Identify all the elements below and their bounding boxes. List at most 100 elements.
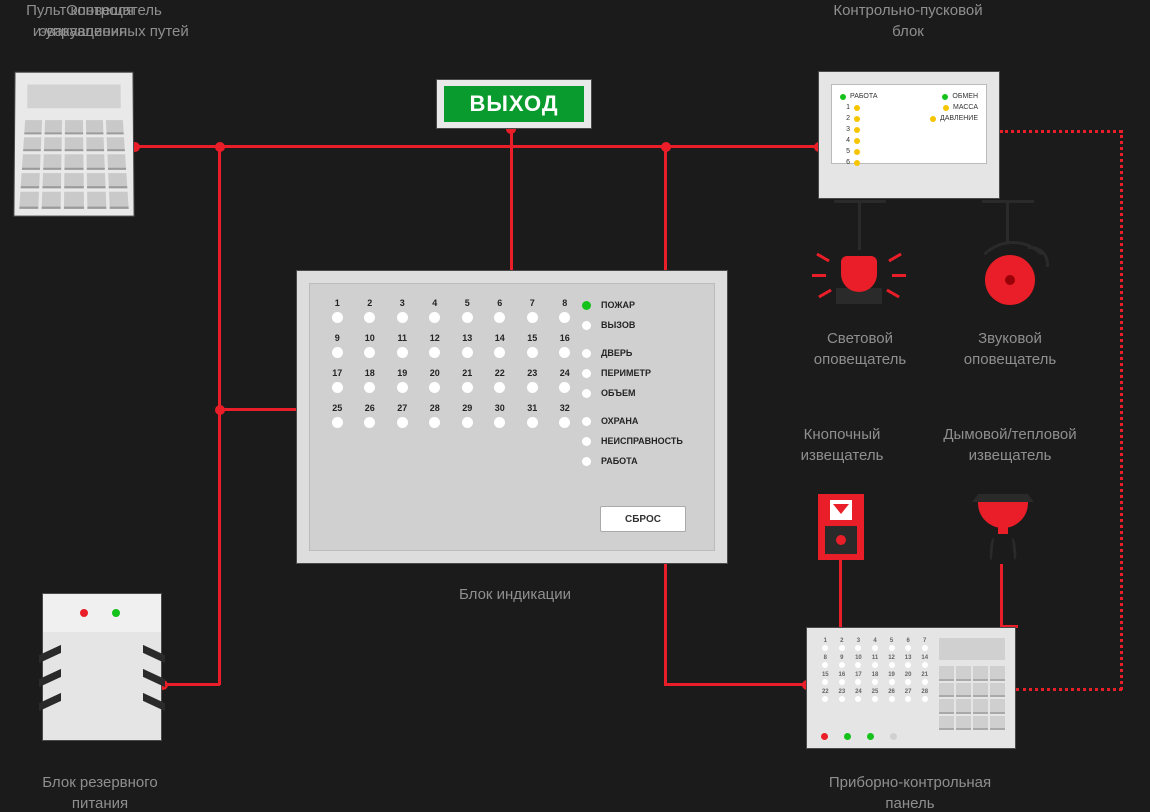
ctrl-row-2: 2	[840, 115, 850, 122]
indicator-cell: 24	[552, 368, 579, 393]
panel-cell: 8	[817, 655, 834, 668]
panel-cell: 3	[850, 638, 867, 651]
indicator-cell: 10	[357, 333, 384, 358]
node-left	[215, 142, 225, 152]
panel-cell: 17	[850, 672, 867, 685]
legend-led	[582, 457, 591, 466]
wire-bus-top	[134, 145, 818, 148]
stem-light	[858, 200, 861, 250]
wire-exit-down	[510, 129, 513, 270]
label-light: Световой оповещатель	[800, 328, 920, 370]
node-indicator-left	[215, 405, 225, 415]
panel-cell: 13	[900, 655, 917, 668]
label-callpoint: Кнопочный извещатель	[782, 424, 902, 466]
panel-cell: 21	[916, 672, 933, 685]
diagram-canvas: Пульт контроля и управления Оповещатель …	[0, 0, 1150, 812]
indicator-cell: 1	[324, 298, 351, 323]
panel-bottom-leds	[821, 733, 901, 740]
indicator-legend-row: ВЫЗОВ	[582, 320, 700, 330]
panel-cell: 6	[900, 638, 917, 651]
panel-cell: 19	[883, 672, 900, 685]
indicator-cell: 21	[454, 368, 481, 393]
panel-cell: 22	[817, 689, 834, 702]
indicator-cell: 23	[519, 368, 546, 393]
label-exit: Оповещатель эвакуационных путей	[0, 0, 228, 42]
indicator-cell: 5	[454, 298, 481, 323]
indicator-cell: 19	[389, 368, 416, 393]
indicator-cell: 22	[487, 368, 514, 393]
legend-led	[582, 389, 591, 398]
panel-grid: 1234567891011121314151617181920212223242…	[817, 638, 933, 702]
label-panel: Приборно-контрольная панель	[810, 772, 1010, 812]
indicator-legend: ПОЖАРВЫЗОВДВЕРЬПЕРИМЕТРОБЪЕМОХРАНАНЕИСПР…	[582, 300, 700, 476]
ctrl-exchange-label: ОБМЕН	[952, 93, 978, 100]
label-backup: Блок резервного питания	[0, 772, 200, 812]
panel-cell: 12	[883, 655, 900, 668]
ctrl-block-panel: РАБОТА ОБМЕН 1 МАССА 2 ДАВЛЕНИЕ 3 4 5 6	[831, 84, 987, 164]
indicator-cell: 17	[324, 368, 351, 393]
reset-button[interactable]: СБРОС	[600, 506, 686, 532]
panel-lcd	[939, 638, 1005, 660]
panel-cell: 10	[850, 655, 867, 668]
legend-led	[582, 437, 591, 446]
indicator-cell: 16	[552, 333, 579, 358]
keypad-keys	[19, 120, 128, 209]
legend-label: ОХРАНА	[601, 416, 638, 426]
indicator-cell: 3	[389, 298, 416, 323]
wire-to-panel	[664, 683, 806, 686]
indicator-block: 1234567891011121314151617181920212223242…	[296, 270, 728, 564]
node-right-bus	[661, 142, 671, 152]
indicator-legend-row: ОХРАНА	[582, 416, 700, 426]
ctrl-pressure-label: ДАВЛЕНИЕ	[940, 115, 978, 122]
indicator-cell: 9	[324, 333, 351, 358]
indicator-legend-row: РАБОТА	[582, 456, 700, 466]
indicator-cell: 29	[454, 403, 481, 428]
ctrl-row-5: 5	[840, 148, 850, 155]
wire-detector-down	[1000, 564, 1003, 627]
wire-to-indicator	[218, 408, 296, 411]
panel-cell: 1	[817, 638, 834, 651]
backup-power-supply	[42, 593, 162, 741]
keypad-screen	[27, 85, 121, 109]
panel-cell: 11	[867, 655, 884, 668]
label-ctrl: Контрольно-пусковой блок	[798, 0, 1018, 42]
panel-cell: 27	[900, 689, 917, 702]
indicator-cell: 8	[552, 298, 579, 323]
ctrl-mass-label: МАССА	[953, 104, 978, 111]
stem-sound	[1006, 200, 1009, 242]
legend-label: НЕИСПРАВНОСТЬ	[601, 436, 683, 446]
manual-call-point-icon	[818, 494, 864, 560]
indicator-cell: 15	[519, 333, 546, 358]
panel-cell: 4	[867, 638, 884, 651]
indicator-grid: 1234567891011121314151617181920212223242…	[324, 298, 578, 428]
wire-dotted-top	[1000, 130, 1122, 133]
indicator-cell: 32	[552, 403, 579, 428]
panel-keypad	[939, 666, 1005, 730]
panel-cell: 23	[834, 689, 851, 702]
indicator-cell: 7	[519, 298, 546, 323]
backup-led-red	[80, 609, 88, 617]
panel-cell: 7	[916, 638, 933, 651]
indicator-legend-row: НЕИСПРАВНОСТЬ	[582, 436, 700, 446]
ctrl-row-1: 1	[840, 104, 850, 111]
indicator-cell: 12	[422, 333, 449, 358]
indicator-cell: 28	[422, 403, 449, 428]
panel-cell: 20	[900, 672, 917, 685]
wire-left-down	[218, 145, 221, 685]
panel-cell: 5	[883, 638, 900, 651]
legend-led	[582, 321, 591, 330]
legend-label: ДВЕРЬ	[601, 348, 632, 358]
panel-cell: 26	[883, 689, 900, 702]
indicator-cell: 30	[487, 403, 514, 428]
indicator-cell: 4	[422, 298, 449, 323]
label-indicator: Блок индикации	[430, 584, 600, 605]
control-launch-block: РАБОТА ОБМЕН 1 МАССА 2 ДАВЛЕНИЕ 3 4 5 6	[818, 71, 1000, 199]
panel-cell: 25	[867, 689, 884, 702]
backup-top	[43, 594, 161, 632]
legend-label: ВЫЗОВ	[601, 320, 635, 330]
exit-sign-text: ВЫХОД	[444, 86, 584, 122]
instrument-control-panel: 1234567891011121314151617181920212223242…	[806, 627, 1016, 749]
panel-cell: 18	[867, 672, 884, 685]
wire-callpoint-down	[839, 560, 842, 627]
indicator-cell: 26	[357, 403, 384, 428]
